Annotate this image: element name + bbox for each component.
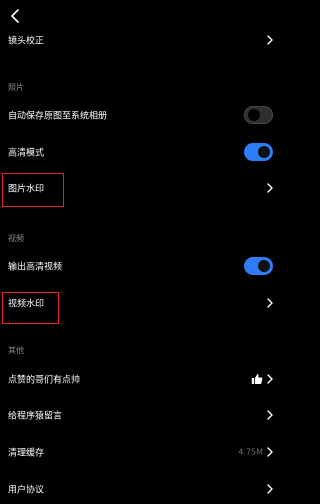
cache-size-value: 4.75M	[238, 447, 263, 457]
user-agreement-label: 用户协议	[8, 485, 45, 496]
settings-item-hd-mode[interactable]: 高清模式	[0, 137, 281, 167]
chevron-right-icon	[267, 410, 273, 420]
hd-mode-toggle[interactable]	[244, 143, 273, 161]
settings-item-like[interactable]: 点赞的哥们有点帅	[0, 364, 281, 394]
settings-item-output-hd-video[interactable]: 输出高清视频	[0, 251, 281, 281]
chevron-right-icon	[267, 298, 273, 308]
photo-watermark-highlight-box	[2, 173, 64, 207]
chevron-right-icon	[267, 484, 273, 494]
video-watermark-highlight-box	[2, 292, 59, 324]
section-header-other: 其他	[8, 346, 24, 355]
settings-item-save-original[interactable]: 自动保存原图至系统相册	[0, 100, 281, 130]
clear-cache-label: 清理缓存	[8, 448, 45, 459]
leave-message-label: 给程序猿留言	[8, 411, 63, 422]
like-label: 点赞的哥们有点帅	[8, 375, 81, 386]
chevron-right-icon	[267, 447, 273, 457]
hd-mode-label: 高清模式	[8, 148, 45, 159]
thumbs-up-icon	[251, 374, 263, 384]
lens-correction-label: 镜头校正	[8, 36, 45, 47]
save-original-label: 自动保存原图至系统相册	[8, 111, 108, 122]
settings-item-lens-correction[interactable]: 镜头校正	[0, 25, 281, 55]
settings-item-clear-cache[interactable]: 清理缓存 4.75M	[0, 437, 281, 467]
output-hd-video-label: 输出高清视频	[8, 262, 63, 273]
output-hd-video-toggle[interactable]	[244, 257, 273, 275]
section-header-video: 视频	[8, 234, 24, 243]
settings-item-leave-message[interactable]: 给程序猿留言	[0, 400, 281, 430]
section-header-photo: 照片	[8, 83, 24, 92]
back-chevron-icon[interactable]	[8, 8, 24, 24]
chevron-right-icon	[267, 35, 273, 45]
save-original-toggle[interactable]	[244, 106, 273, 124]
chevron-right-icon	[267, 374, 273, 384]
chevron-right-icon	[267, 183, 273, 193]
